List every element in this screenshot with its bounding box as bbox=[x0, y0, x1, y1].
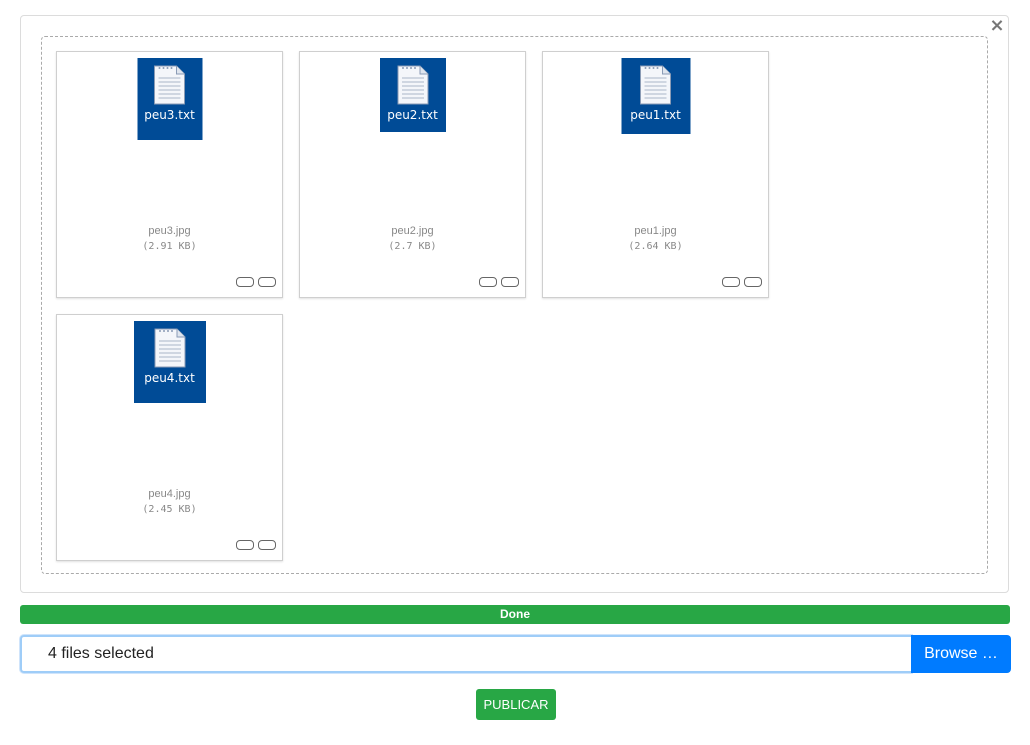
file-preview-image: peu4.txt bbox=[133, 321, 206, 403]
preview-label: peu2.txt bbox=[387, 108, 438, 122]
file-caption: peu1.jpg (2.64 KB) bbox=[543, 224, 768, 254]
file-size: (2.91 KB) bbox=[142, 241, 197, 252]
text-file-icon bbox=[154, 65, 185, 105]
file-name: peu3.jpg bbox=[148, 225, 191, 237]
text-file-icon bbox=[640, 65, 671, 105]
file-caption: peu3.jpg (2.91 KB) bbox=[57, 224, 282, 254]
file-size: (2.7 KB) bbox=[388, 241, 437, 252]
drop-zone[interactable]: peu3.txt peu3.jpg (2.91 KB) peu2.txt peu… bbox=[41, 36, 988, 574]
browse-button[interactable]: Browse … bbox=[911, 635, 1011, 673]
file-preview-image: peu3.txt bbox=[137, 58, 202, 140]
file-name: peu1.jpg bbox=[634, 225, 677, 237]
file-preview-image: peu1.txt bbox=[621, 58, 690, 134]
thumbnail-actions bbox=[236, 540, 276, 550]
file-preview-panel: × peu3.txt peu3.jpg (2.91 KB) peu2.txt p… bbox=[20, 15, 1009, 593]
zoom-button[interactable] bbox=[236, 277, 254, 287]
zoom-button[interactable] bbox=[722, 277, 740, 287]
preview-label: peu3.txt bbox=[144, 108, 195, 122]
remove-button[interactable] bbox=[258, 277, 276, 287]
file-preview-image: peu2.txt bbox=[379, 58, 446, 132]
zoom-button[interactable] bbox=[236, 540, 254, 550]
file-selection-input[interactable]: 4 files selected bbox=[20, 635, 912, 673]
remove-button[interactable] bbox=[501, 277, 519, 287]
file-name: peu2.jpg bbox=[391, 225, 434, 237]
publish-button[interactable]: PUBLICAR bbox=[476, 689, 556, 720]
remove-button[interactable] bbox=[744, 277, 762, 287]
preview-label: peu4.txt bbox=[144, 371, 195, 385]
file-caption: peu4.jpg (2.45 KB) bbox=[57, 487, 282, 517]
file-size: (2.64 KB) bbox=[628, 241, 683, 252]
zoom-button[interactable] bbox=[479, 277, 497, 287]
file-name: peu4.jpg bbox=[148, 488, 191, 500]
thumbnail-actions bbox=[722, 277, 762, 287]
thumbnail-actions bbox=[479, 277, 519, 287]
remove-button[interactable] bbox=[258, 540, 276, 550]
text-file-icon bbox=[154, 328, 185, 368]
file-caption: peu2.jpg (2.7 KB) bbox=[300, 224, 525, 254]
preview-label: peu1.txt bbox=[630, 108, 681, 122]
text-file-icon bbox=[397, 65, 428, 105]
file-thumbnail: peu4.txt peu4.jpg (2.45 KB) bbox=[56, 314, 283, 561]
upload-progress-fill: Done bbox=[20, 605, 1010, 624]
file-thumbnail: peu2.txt peu2.jpg (2.7 KB) bbox=[299, 51, 526, 298]
thumbnail-actions bbox=[236, 277, 276, 287]
upload-progress-bar: Done bbox=[20, 605, 1010, 624]
file-thumbnail: peu3.txt peu3.jpg (2.91 KB) bbox=[56, 51, 283, 298]
file-thumbnail: peu1.txt peu1.jpg (2.64 KB) bbox=[542, 51, 769, 298]
close-icon[interactable]: × bbox=[988, 16, 1006, 36]
file-size: (2.45 KB) bbox=[142, 504, 197, 515]
